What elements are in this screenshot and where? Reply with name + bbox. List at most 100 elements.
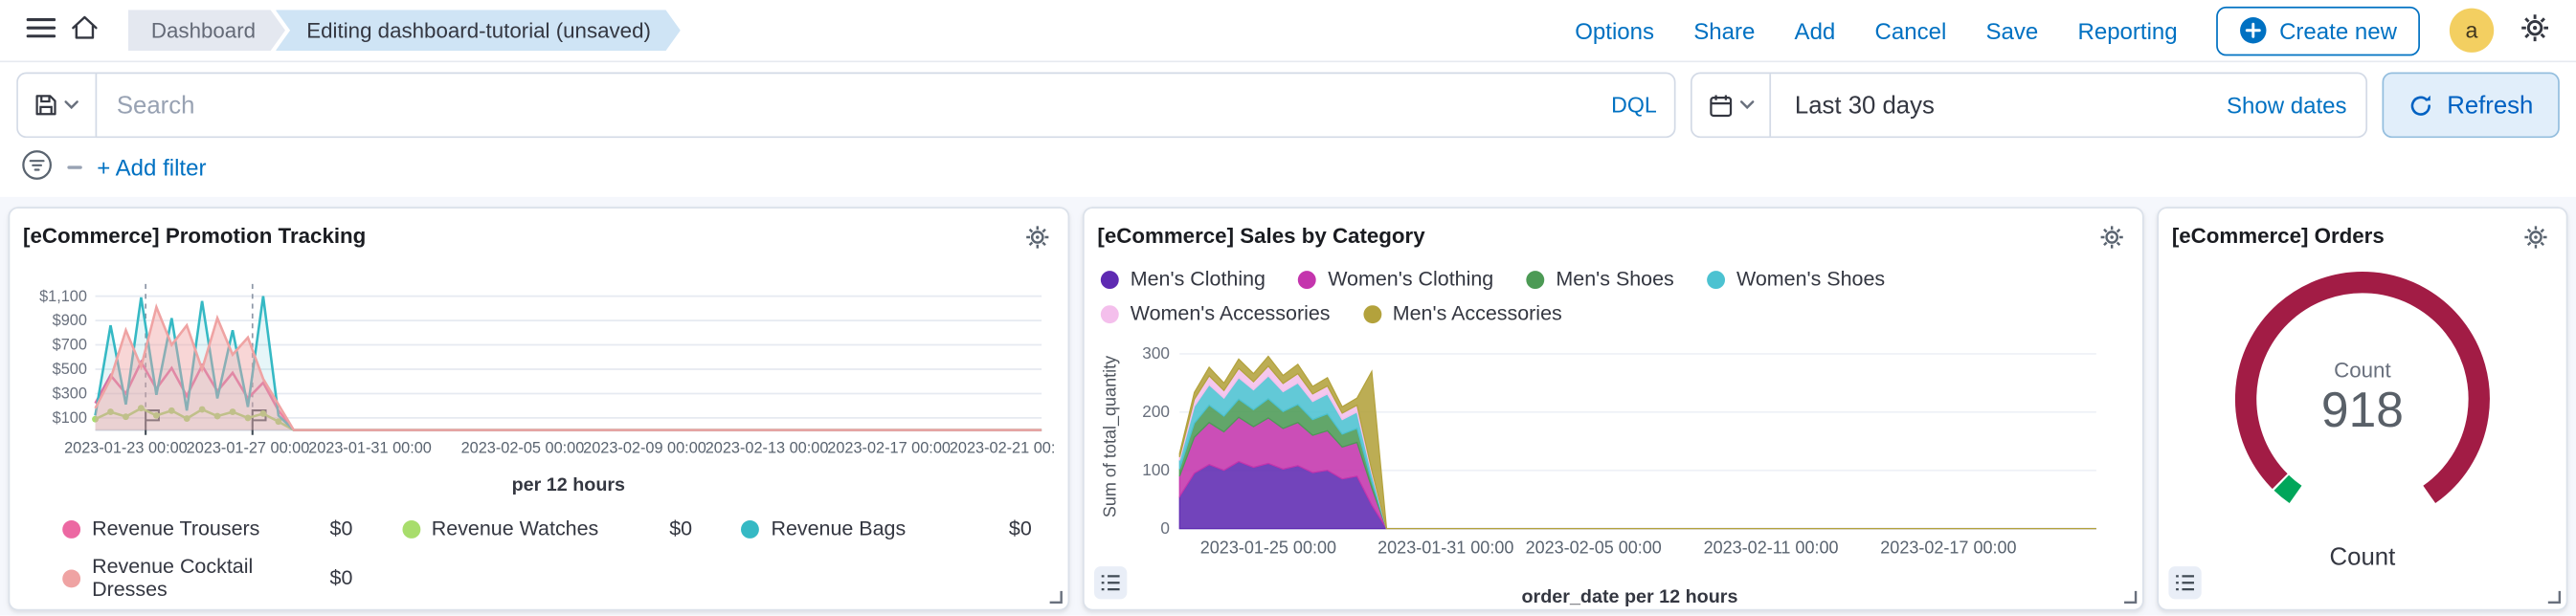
menu-button[interactable] — [20, 9, 63, 52]
date-quick-menu-button[interactable] — [1692, 74, 1771, 136]
hamburger-icon — [26, 16, 56, 44]
date-picker: Last 30 days Show dates — [1691, 73, 2368, 139]
panel-promotion-tracking: [eCommerce] Promotion Tracking $100$300$… — [9, 207, 1070, 610]
filters-menu-button[interactable] — [20, 151, 53, 184]
legend-item[interactable]: Men's Clothing — [1101, 268, 1266, 291]
series-name: Revenue Cocktail Dresses — [92, 555, 318, 601]
y-tick-label: $500 — [53, 361, 87, 378]
legend-item[interactable]: Women's Shoes — [1707, 268, 1885, 291]
series-name: Men's Clothing — [1131, 268, 1266, 291]
home-icon — [70, 14, 98, 46]
series-color-dot — [742, 519, 760, 538]
nav-settings-button[interactable] — [2514, 9, 2557, 52]
legend-toggle-button[interactable] — [2168, 566, 2201, 599]
query-language-button[interactable]: DQL — [1611, 93, 1657, 118]
y-tick-label: 0 — [1160, 518, 1170, 538]
panel-resize-handle[interactable] — [2542, 584, 2563, 605]
series-color-dot — [1101, 304, 1119, 322]
series-value: $0 — [330, 517, 353, 540]
resize-handle-icon — [2542, 584, 2562, 605]
resize-handle-icon — [2117, 584, 2138, 605]
legend-item[interactable]: Women's Accessories — [1101, 302, 1331, 325]
x-tick-label: 2023-02-05 00:00 — [1526, 538, 1662, 557]
panel-options-button[interactable] — [2514, 218, 2557, 261]
series-value: $0 — [1009, 517, 1032, 540]
legend-item[interactable]: Revenue Trousers $0 — [62, 517, 352, 540]
gear-icon — [2098, 225, 2123, 254]
y-tick-label: 100 — [1142, 460, 1170, 479]
saved-query-menu-button[interactable] — [16, 73, 95, 139]
sales-chart-area: Sum of total_quantity 01002003002023-01-… — [1097, 335, 2129, 586]
series-name: Men's Accessories — [1393, 302, 1562, 325]
x-axis-title: per 12 hours — [23, 476, 1055, 496]
panel-title: [eCommerce] Sales by Category — [1097, 222, 2129, 252]
x-axis-title: order_date per 12 hours — [1097, 587, 2129, 607]
breadcrumb-item-editing-dashboard: Editing dashboard-tutorial (unsaved) — [276, 10, 681, 51]
refresh-button[interactable]: Refresh — [2383, 73, 2560, 139]
y-tick-label: 200 — [1142, 402, 1170, 421]
user-avatar[interactable]: a — [2450, 9, 2494, 53]
series-value: $0 — [330, 566, 353, 589]
y-tick-label: $900 — [53, 312, 87, 329]
add-filter-button[interactable]: + Add filter — [97, 154, 206, 180]
gauge-bottom-label: Count — [2172, 543, 2553, 571]
category-legend: Men's Clothing Women's Clothing Men's Sh… — [1097, 268, 2129, 325]
series-name: Revenue Bags — [771, 517, 906, 540]
gauge-center-text: Count 918 — [2218, 254, 2507, 543]
create-new-label: Create new — [2279, 17, 2397, 43]
add-link[interactable]: Add — [1795, 17, 1836, 43]
legend-item[interactable]: Revenue Bags $0 — [742, 517, 1032, 540]
search-field-wrap: DQL — [96, 73, 1677, 139]
x-tick-label: 2023-01-25 00:00 — [1200, 538, 1336, 557]
x-tick-label: 2023-02-21 00:00 — [950, 440, 1055, 457]
breadcrumb: Dashboard Editing dashboard-tutorial (un… — [128, 10, 681, 51]
date-range-display[interactable]: Last 30 days — [1772, 91, 2227, 119]
legend-toggle-button[interactable] — [1094, 566, 1127, 599]
cancel-link[interactable]: Cancel — [1875, 17, 1947, 43]
list-icon — [2175, 570, 2195, 595]
panel-resize-handle[interactable] — [2117, 584, 2139, 605]
x-tick-label: 2023-02-17 00:00 — [1880, 538, 2016, 557]
share-link[interactable]: Share — [1693, 17, 1755, 43]
series-color-dot — [1707, 270, 1725, 288]
series-name: Women's Clothing — [1328, 268, 1493, 291]
y-tick-label: $100 — [53, 409, 87, 427]
filter-divider — [67, 165, 81, 168]
orders-gauge-chart: Count 918 — [2218, 254, 2507, 543]
promotion-legend: Revenue Trousers $0 Revenue Watches $0 R… — [23, 517, 1055, 602]
y-tick-label: 300 — [1142, 343, 1170, 363]
calendar-icon — [1709, 93, 1734, 118]
panel-resize-handle[interactable] — [1043, 584, 1064, 605]
query-bar: DQL Last 30 days Show dates Refresh — [0, 62, 2576, 147]
breadcrumb-item-dashboard[interactable]: Dashboard — [128, 10, 285, 51]
panel-title: [eCommerce] Orders — [2172, 222, 2553, 252]
panel-options-button[interactable] — [2090, 218, 2133, 261]
create-new-button[interactable]: Create new — [2217, 6, 2420, 55]
gear-icon — [2520, 13, 2550, 48]
panel-options-button[interactable] — [1016, 218, 1059, 261]
plus-circle-icon — [2240, 16, 2268, 44]
legend-item[interactable]: Revenue Cocktail Dresses $0 — [62, 555, 352, 601]
top-nav-menu: Options Share Add Cancel Save Reporting — [1575, 17, 2177, 43]
series-color-dot — [1363, 304, 1381, 322]
x-tick-label: 2023-01-23 00:00 — [64, 440, 188, 457]
refresh-label: Refresh — [2447, 91, 2533, 119]
search-input[interactable] — [96, 73, 1677, 139]
series-color-dot — [402, 519, 420, 538]
legend-item[interactable]: Men's Shoes — [1527, 268, 1674, 291]
options-link[interactable]: Options — [1575, 17, 1654, 43]
sales-by-category-chart[interactable]: 01002003002023-01-25 00:002023-01-31 00:… — [1124, 335, 2110, 578]
promotion-tracking-chart[interactable]: $100$300$500$700$900$1,1002023-01-23 00:… — [23, 271, 1055, 474]
reporting-link[interactable]: Reporting — [2077, 17, 2177, 43]
show-dates-button[interactable]: Show dates — [2227, 92, 2366, 118]
legend-item[interactable]: Men's Accessories — [1363, 302, 1562, 325]
save-icon — [34, 94, 57, 117]
legend-item[interactable]: Revenue Watches $0 — [402, 517, 692, 540]
legend-item[interactable]: Women's Clothing — [1298, 268, 1493, 291]
panel-sales-by-category: [eCommerce] Sales by Category Men's Clot… — [1083, 207, 2144, 610]
gear-icon — [2522, 225, 2547, 254]
kibana-dashboard-app: Dashboard Editing dashboard-tutorial (un… — [0, 0, 2576, 616]
home-button[interactable] — [62, 9, 105, 52]
save-link[interactable]: Save — [1986, 17, 2039, 43]
series-value: $0 — [669, 517, 692, 540]
